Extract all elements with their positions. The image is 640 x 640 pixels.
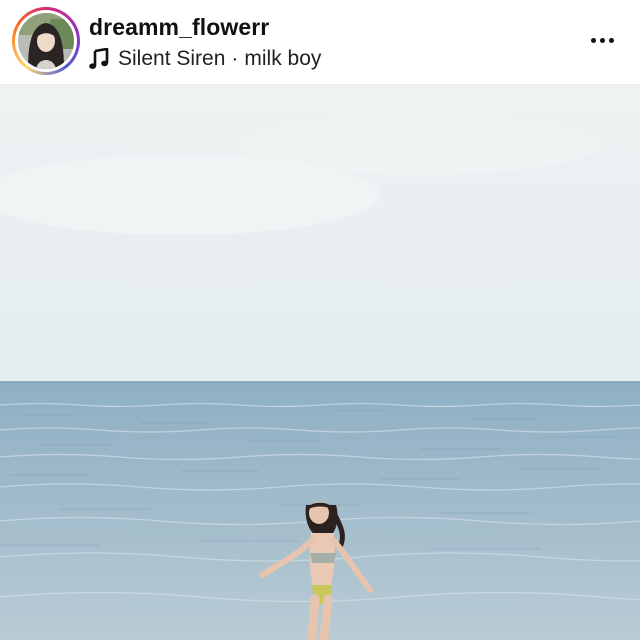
avatar[interactable]: [18, 13, 74, 69]
music-note-icon: [89, 48, 109, 69]
username-link[interactable]: dreamm_flowerr: [89, 14, 269, 41]
post-image[interactable]: [0, 85, 640, 640]
instagram-post: dreamm_flowerr Silent Siren · milk boy: [0, 0, 640, 640]
more-options-icon: [590, 37, 596, 43]
story-ring[interactable]: [12, 7, 80, 75]
avatar-image: [18, 13, 74, 69]
audio-artist: Silent Siren: [118, 47, 226, 70]
more-options-button[interactable]: [581, 27, 623, 53]
audio-track: milk boy: [244, 47, 322, 70]
beach-photo: [0, 85, 640, 640]
post-header: dreamm_flowerr Silent Siren · milk boy: [0, 0, 640, 85]
audio-link[interactable]: Silent Siren · milk boy: [89, 46, 321, 72]
audio-separator: ·: [231, 47, 239, 70]
